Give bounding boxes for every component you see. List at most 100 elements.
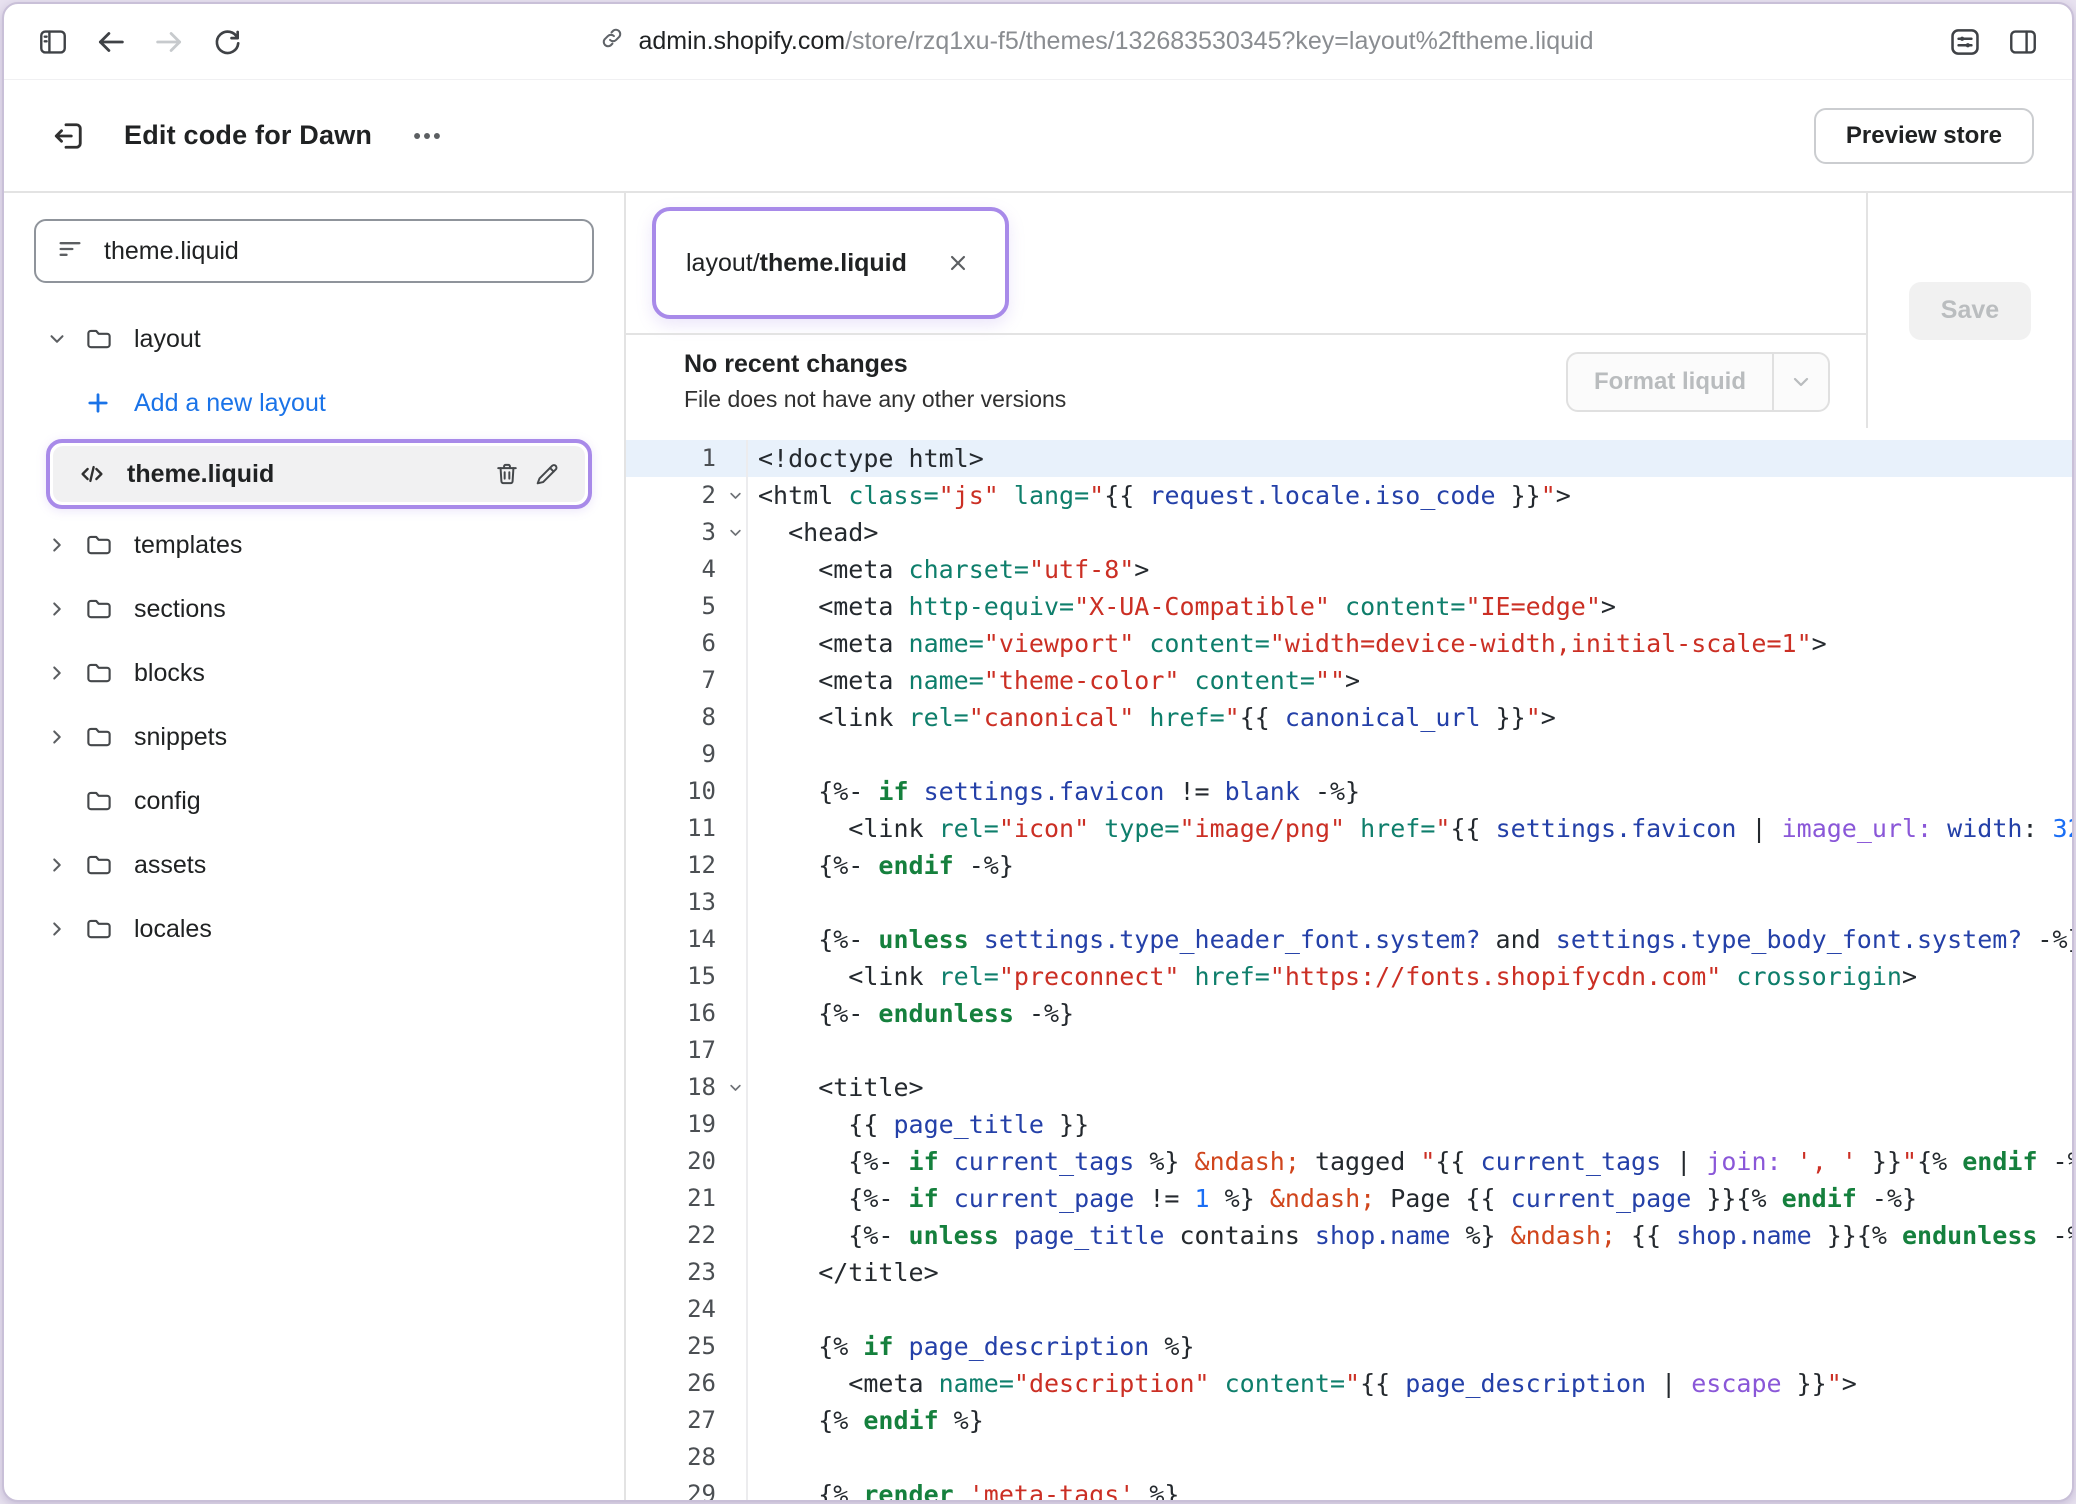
chevron-right-icon[interactable] [46,854,84,876]
line-number: 19 [626,1106,748,1143]
back-icon[interactable] [86,17,136,67]
url-host: admin.shopify.com [639,27,846,55]
folder-icon [84,658,118,688]
code-line[interactable]: 9 [626,736,2072,773]
annotation-highlight: theme.liquid [46,439,592,509]
split-view-icon[interactable] [1998,17,2048,67]
code-line-content: <link rel="preconnect" href="https://fon… [748,958,1917,995]
sidebar-item-layout[interactable]: layout [30,307,598,371]
line-number: 16 [626,995,748,1032]
code-line[interactable]: 1<!doctype html> [626,440,2072,477]
code-line[interactable]: 24 [626,1291,2072,1328]
search-input[interactable] [102,236,572,267]
code-line[interactable]: 16 {%- endunless -%} [626,995,2072,1032]
chevron-down-icon[interactable] [46,328,84,350]
url-path: /store/rzq1xu-f5/themes/132683530345?key… [845,27,1593,55]
line-number: 21 [626,1180,748,1217]
filter-icon [56,235,84,268]
line-number: 10 [626,773,748,810]
code-line[interactable]: 3 <head> [626,514,2072,551]
code-line[interactable]: 2<html class="js" lang="{{ request.local… [626,477,2072,514]
folder-label: snippets [134,723,227,752]
sidebar-item-blocks[interactable]: blocks [30,641,598,705]
browser-window: admin.shopify.com/store/rzq1xu-f5/themes… [2,2,2074,1502]
sidebar-item-config[interactable]: config [30,769,598,833]
code-line[interactable]: 6 <meta name="viewport" content="width=d… [626,625,2072,662]
preview-store-button[interactable]: Preview store [1814,108,2034,164]
chevron-right-icon[interactable] [46,598,84,620]
code-line[interactable]: 4 <meta charset="utf-8"> [626,551,2072,588]
code-line-content: <meta charset="utf-8"> [748,551,1149,588]
code-editor[interactable]: 1<!doctype html>2<html class="js" lang="… [626,428,2072,1500]
code-line[interactable]: 26 <meta name="description" content="{{ … [626,1365,2072,1402]
folder-label: blocks [134,659,205,688]
file-label: theme.liquid [127,460,274,489]
code-line[interactable]: 17 [626,1032,2072,1069]
exit-editor-icon[interactable] [42,109,96,163]
forward-icon[interactable] [144,17,194,67]
code-line-content [748,1032,758,1069]
code-line-content: {% endif %} [748,1402,984,1439]
chevron-right-icon[interactable] [46,662,84,684]
code-line[interactable]: 10 {%- if settings.favicon != blank -%} [626,773,2072,810]
code-line[interactable]: 23 </title> [626,1254,2072,1291]
code-line[interactable]: 7 <meta name="theme-color" content=""> [626,662,2072,699]
sidebar-item-locales[interactable]: locales [30,897,598,961]
format-liquid-button[interactable]: Format liquid [1566,352,1830,412]
save-area: Save [1866,193,2072,428]
more-actions-icon[interactable] [402,116,452,156]
line-number: 22 [626,1217,748,1254]
sidebar-item-theme-liquid[interactable]: theme.liquid [53,446,585,502]
code-line[interactable]: 28 [626,1439,2072,1476]
code-line[interactable]: 11 <link rel="icon" type="image/png" hre… [626,810,2072,847]
panel-toggle-icon[interactable] [28,17,78,67]
code-line[interactable]: 19 {{ page_title }} [626,1106,2072,1143]
folder-icon [84,530,118,560]
chevron-right-icon[interactable] [46,726,84,748]
code-line[interactable]: 18 <title> [626,1069,2072,1106]
folder-icon [84,914,118,944]
save-button[interactable]: Save [1909,282,2031,340]
url-bar[interactable]: admin.shopify.com/store/rzq1xu-f5/themes… [260,25,1932,58]
line-number: 18 [626,1069,748,1106]
code-line[interactable]: 12 {%- endif -%} [626,847,2072,884]
file-search-box[interactable] [34,219,594,283]
sidebar-item-templates[interactable]: templates [30,513,598,577]
folder-label: assets [134,851,206,880]
delete-file-icon[interactable] [487,460,527,488]
code-line-content: <link rel="icon" type="image/png" href="… [748,810,2072,847]
tab-theme-liquid[interactable]: layout/theme.liquid [652,207,1009,319]
extensions-icon[interactable] [1940,17,1990,67]
code-line[interactable]: 22 {%- unless page_title contains shop.n… [626,1217,2072,1254]
line-number: 29 [626,1476,748,1500]
add-new-layout-button[interactable]: Add a new layout [30,371,598,435]
line-number: 7 [626,662,748,699]
content-area: layoutAdd a new layout theme.liquid templa… [4,193,2072,1500]
line-number: 4 [626,551,748,588]
code-line[interactable]: 29 {% render 'meta-tags' %} [626,1476,2072,1500]
code-line-content: <title> [748,1069,924,1106]
code-line[interactable]: 8 <link rel="canonical" href="{{ canonic… [626,699,2072,736]
code-line[interactable]: 15 <link rel="preconnect" href="https://… [626,958,2072,995]
code-line[interactable]: 20 {%- if current_tags %} &ndash; tagged… [626,1143,2072,1180]
code-line[interactable]: 13 [626,884,2072,921]
status-title: No recent changes [684,350,1066,379]
code-line[interactable]: 5 <meta http-equiv="X-UA-Compatible" con… [626,588,2072,625]
line-number: 6 [626,625,748,662]
code-line[interactable]: 21 {%- if current_page != 1 %} &ndash; P… [626,1180,2072,1217]
code-line-content: {%- endunless -%} [748,995,1074,1032]
sidebar-item-assets[interactable]: assets [30,833,598,897]
chevron-right-icon[interactable] [46,918,84,940]
code-line-content: <meta name="description" content="{{ pag… [748,1365,1857,1402]
code-line[interactable]: 25 {% if page_description %} [626,1328,2072,1365]
chevron-down-icon[interactable] [1774,354,1828,410]
code-line[interactable]: 14 {%- unless settings.type_header_font.… [626,921,2072,958]
folder-icon [84,324,118,354]
sidebar-item-snippets[interactable]: snippets [30,705,598,769]
close-tab-icon[interactable] [941,246,975,280]
sidebar-item-sections[interactable]: sections [30,577,598,641]
rename-file-icon[interactable] [527,460,567,488]
reload-icon[interactable] [202,17,252,67]
code-line[interactable]: 27 {% endif %} [626,1402,2072,1439]
chevron-right-icon[interactable] [46,534,84,556]
